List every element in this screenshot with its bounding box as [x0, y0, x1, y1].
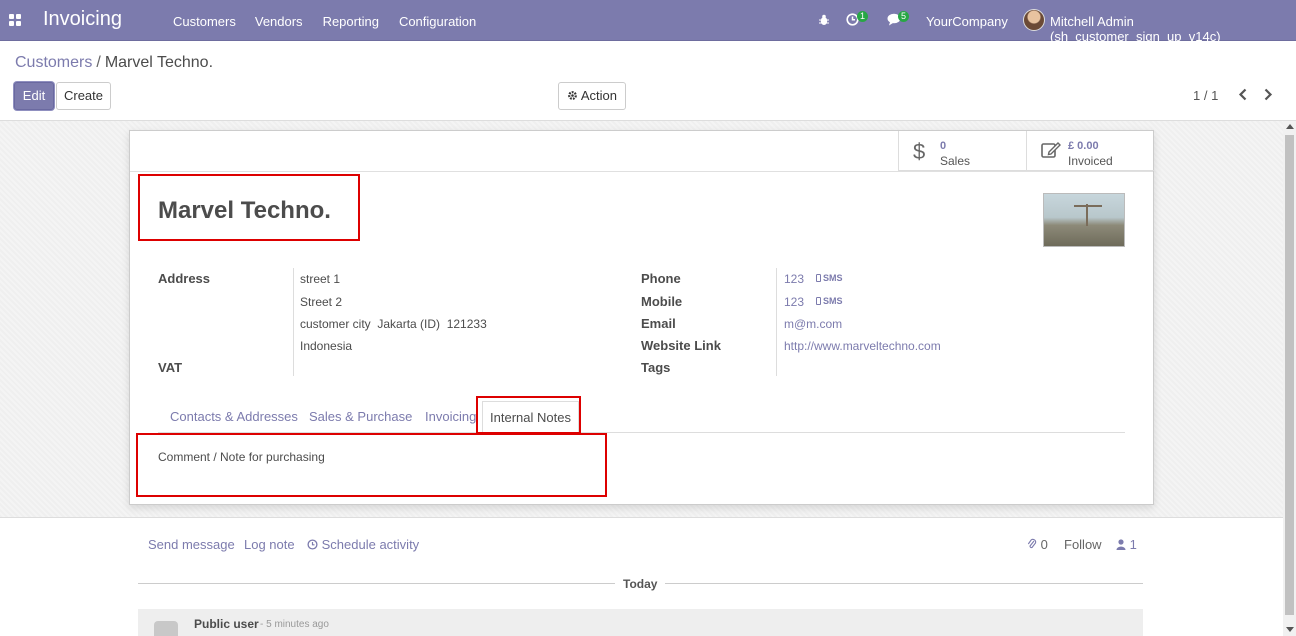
website-label: Website Link — [641, 338, 721, 353]
street-value: street 1 — [300, 272, 341, 286]
website-value[interactable]: http://www.marveltechno.com — [784, 339, 941, 353]
vat-label: VAT — [158, 360, 183, 375]
tab-contacts-addresses[interactable]: Contacts & Addresses — [170, 409, 298, 424]
clock-icon — [307, 539, 318, 550]
attachments-count: 0 — [1040, 537, 1048, 552]
paperclip-icon — [1027, 538, 1037, 549]
tab-sales-purchase[interactable]: Sales & Purchase — [309, 409, 412, 424]
mobile-icon — [816, 274, 821, 282]
menu-configuration[interactable]: Configuration — [399, 14, 476, 29]
tags-label: Tags — [641, 360, 671, 375]
invoiced-label: Invoiced — [1068, 154, 1113, 168]
message-time: - 5 minutes ago — [260, 619, 329, 630]
street2-value: Street 2 — [300, 295, 343, 309]
main-menu: Customers Vendors Reporting Configuratio… — [173, 14, 496, 29]
breadcrumb-current: Marvel Techno. — [104, 54, 214, 71]
log-note-button[interactable]: Log note — [244, 537, 295, 552]
invoiced-amount: £ 0.00 — [1068, 140, 1099, 152]
field-separator — [776, 268, 777, 376]
create-button[interactable]: Create — [56, 82, 111, 110]
user-avatar[interactable] — [1023, 9, 1045, 31]
sales-count: 0 — [940, 140, 947, 152]
action-button[interactable]: Action — [558, 82, 626, 110]
highlight-notes-box — [136, 433, 607, 497]
notebook-tabs: Contacts & Addresses Sales & Purchase In… — [158, 401, 1125, 434]
smart-buttons: $ 0 Sales £ 0.00 Invoiced — [898, 131, 1154, 171]
scroll-up-icon[interactable] — [1286, 124, 1294, 129]
sms-mobile-label: SMS — [823, 296, 843, 306]
breadcrumb-customers[interactable]: Customers — [15, 54, 92, 71]
sheet-divider — [130, 171, 1153, 172]
message-author[interactable]: Public user — [194, 617, 259, 631]
message-author-avatar — [154, 621, 178, 636]
mobile-value[interactable]: 123 — [784, 295, 804, 309]
scroll-thumb[interactable] — [1285, 135, 1294, 615]
mobile-icon — [816, 297, 821, 305]
gear-icon — [568, 91, 577, 100]
mobile-label: Mobile — [641, 294, 683, 309]
date-separator-label: Today — [615, 577, 666, 591]
partner-name: Marvel Techno. — [158, 197, 331, 224]
top-navbar: Invoicing Customers Vendors Reporting Co… — [0, 0, 1296, 44]
chevron-left-icon[interactable] — [1238, 88, 1248, 101]
followers-button[interactable]: 1 — [1116, 537, 1137, 552]
tab-invoicing[interactable]: Invoicing — [425, 409, 476, 424]
menu-customers[interactable]: Customers — [173, 14, 236, 29]
chat-icon[interactable]: 5 — [887, 11, 910, 54]
menu-reporting[interactable]: Reporting — [323, 14, 379, 29]
apps-menu-icon[interactable] — [9, 14, 21, 26]
sales-smart-button[interactable]: $ 0 Sales — [898, 131, 1026, 171]
email-label: Email — [641, 316, 676, 331]
sms-phone-label: SMS — [823, 273, 843, 283]
sales-label: Sales — [940, 154, 971, 168]
image-detail — [1086, 204, 1088, 226]
image-detail — [1074, 205, 1102, 207]
breadcrumb-separator: / — [96, 54, 101, 71]
form-sheet: $ 0 Sales £ 0.00 Invoiced Marvel Techno.… — [129, 130, 1154, 505]
page-scrollbar[interactable] — [1283, 121, 1296, 636]
followers-count: 1 — [1129, 537, 1137, 552]
dollar-icon: $ — [913, 139, 926, 164]
schedule-activity-label: Schedule activity — [321, 537, 420, 552]
activity-badge: 1 — [857, 11, 869, 22]
internal-notes-text: Comment / Note for purchasing — [158, 450, 325, 464]
highlight-tab-box — [476, 396, 581, 434]
edit-button[interactable]: Edit — [14, 82, 54, 110]
country-value: Indonesia — [300, 339, 353, 353]
activity-clock-icon[interactable]: 1 — [846, 11, 869, 54]
city-line-value: customer city Jakarta (ID) 121233 — [300, 317, 487, 331]
schedule-activity-button[interactable]: Schedule activity — [307, 537, 419, 552]
invoiced-smart-button[interactable]: £ 0.00 Invoiced — [1026, 131, 1154, 171]
send-message-button[interactable]: Send message — [148, 537, 235, 552]
attachments-button[interactable]: 0 — [1027, 537, 1048, 552]
company-switcher[interactable]: YourCompany — [926, 14, 1008, 29]
pencil-square-icon — [1041, 142, 1061, 158]
phone-label: Phone — [641, 271, 681, 286]
pager-value[interactable]: 1 / 1 — [1193, 88, 1218, 103]
field-separator — [293, 268, 294, 376]
menu-vendors[interactable]: Vendors — [255, 14, 303, 29]
app-name[interactable]: Invoicing — [43, 8, 122, 31]
address-label: Address — [158, 271, 211, 286]
email-value[interactable]: m@m.com — [784, 317, 842, 331]
chevron-right-icon[interactable] — [1263, 88, 1273, 101]
bug-icon[interactable] — [818, 14, 830, 26]
message-badge: 5 — [898, 11, 910, 22]
breadcrumb: Customers / Marvel Techno. — [15, 54, 213, 72]
phone-value[interactable]: 123 — [784, 272, 804, 286]
follow-button[interactable]: Follow — [1064, 537, 1102, 552]
partner-image[interactable] — [1043, 193, 1125, 247]
user-menu[interactable]: Mitchell Admin (sh_customer_sign_up_v14c… — [1050, 14, 1296, 44]
action-label: Action — [580, 88, 618, 103]
chatter-message: Public user - 5 minutes ago — [138, 609, 1143, 636]
scroll-down-icon[interactable] — [1286, 627, 1294, 632]
user-icon — [1116, 539, 1126, 550]
